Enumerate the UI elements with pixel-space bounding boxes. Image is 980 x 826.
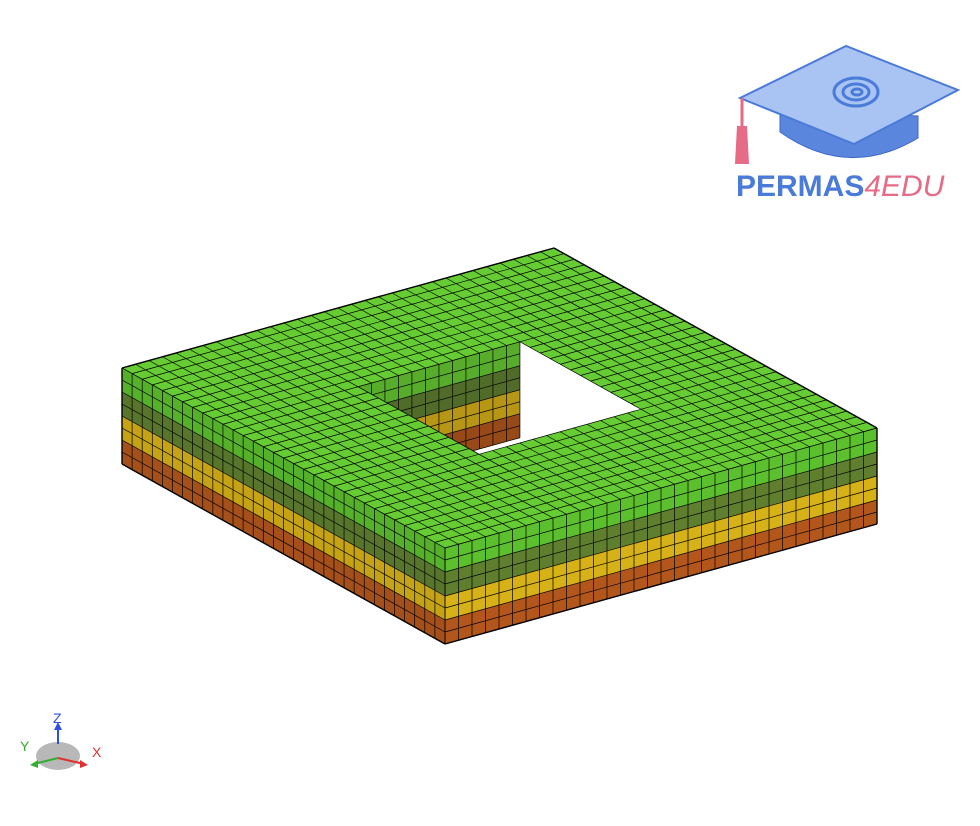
z-axis-label: Z xyxy=(53,710,62,726)
mortarboard-icon xyxy=(737,44,961,146)
tassel-icon xyxy=(735,126,749,164)
logo-text-permas: PERMAS xyxy=(736,170,865,203)
x-axis-label: X xyxy=(92,744,102,760)
logo-wordmark: PERMAS4EDU xyxy=(736,170,944,204)
coordinate-triad[interactable]: Z Y X xyxy=(20,708,110,778)
fe-mesh-model[interactable] xyxy=(121,247,878,645)
triad-sphere-icon xyxy=(36,742,80,770)
y-axis-label: Y xyxy=(20,738,30,754)
logo-text-4edu: 4EDU xyxy=(864,170,945,203)
